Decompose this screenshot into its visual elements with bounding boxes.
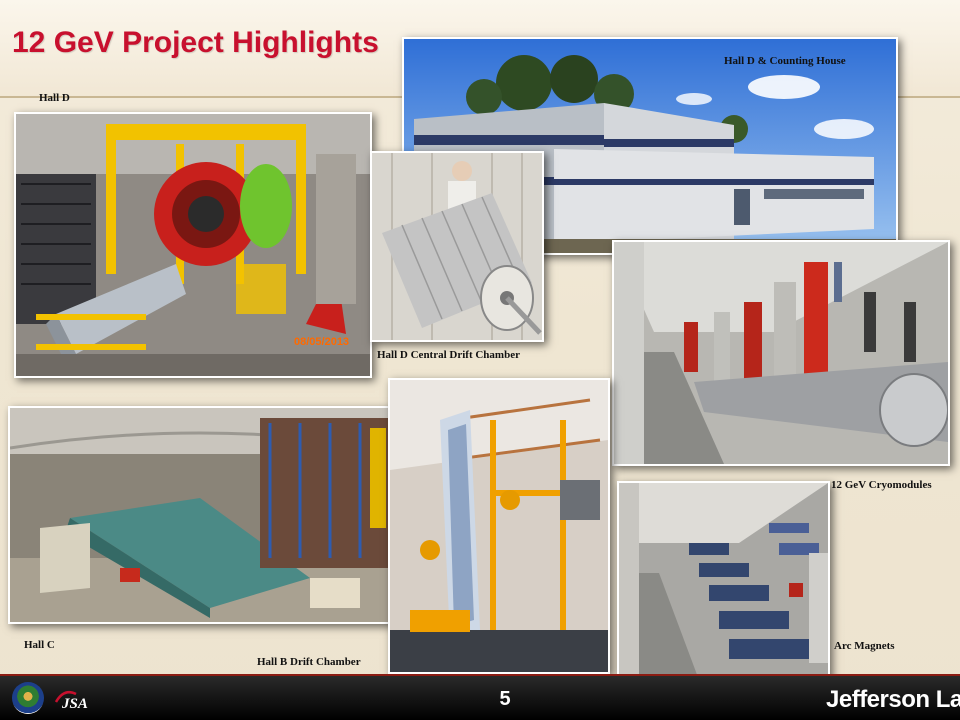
caption-hall-c: Hall C xyxy=(24,639,55,651)
hall-b-drift-chamber-image xyxy=(390,380,608,672)
arc-magnets-image xyxy=(619,483,828,680)
caption-hall-d: Hall D xyxy=(39,92,70,104)
photo-date-stamp: 08/05/2013 xyxy=(294,336,350,348)
drift-chamber-image xyxy=(372,153,542,340)
jefferson-lab-logo: Jefferson Lab xyxy=(826,686,960,713)
caption-central-drift-chamber: Hall D Central Drift Chamber xyxy=(377,349,520,361)
hall-c-photo xyxy=(8,406,392,624)
caption-arc-magnets: Arc Magnets xyxy=(834,640,895,652)
page-number: 5 xyxy=(499,688,511,710)
hall-c-image xyxy=(10,408,390,622)
central-drift-chamber-photo xyxy=(370,151,544,342)
footer-bar xyxy=(0,676,960,720)
caption-hall-b-drift-chamber: Hall B Drift Chamber xyxy=(257,656,361,668)
arc-magnets-photo xyxy=(617,481,830,682)
cryomodules-photo xyxy=(612,240,950,466)
caption-hall-d-counting-house: Hall D & Counting House xyxy=(724,55,846,67)
caption-cryomodules: 12 GeV Cryomodules xyxy=(831,479,932,491)
hall-d-photo: 08/05/2013 xyxy=(14,112,372,378)
slide-title: 12 GeV Project Highlights xyxy=(12,26,379,59)
doe-seal-logo xyxy=(12,682,44,714)
hall-b-drift-chamber-photo xyxy=(388,378,610,674)
jsa-logo-text: JSA xyxy=(61,696,88,712)
jsa-logo: JSA xyxy=(54,691,88,712)
cryomodules-tunnel-image xyxy=(614,242,948,464)
